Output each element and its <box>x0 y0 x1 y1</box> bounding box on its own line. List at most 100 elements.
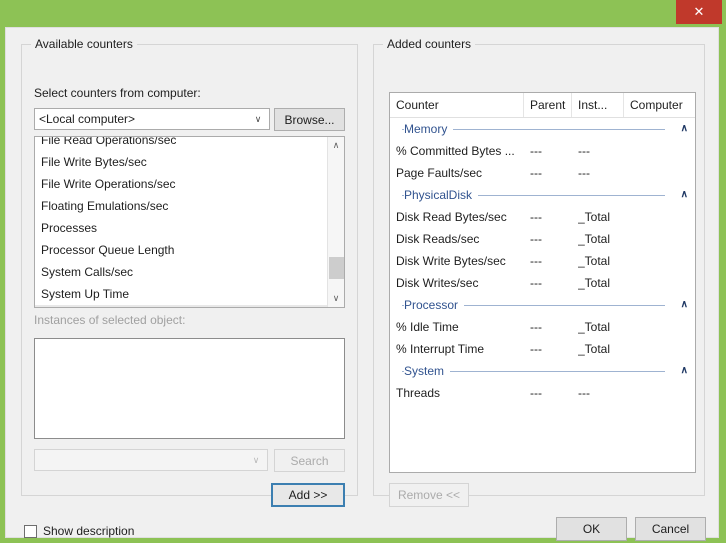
list-item-label: System Up Time <box>41 287 130 301</box>
available-counters-scrollbar[interactable]: ∧ ∨ <box>327 137 344 307</box>
available-counters-group-label: Available counters <box>31 37 137 51</box>
add-button[interactable]: Add >> <box>271 483 345 507</box>
added-counters-header: Counter Parent Inst... Computer <box>390 93 695 118</box>
list-item[interactable]: System Calls/sec <box>35 261 328 283</box>
scroll-up-icon[interactable]: ∧ <box>328 137 344 154</box>
list-item-label: File Write Operations/sec <box>41 177 176 191</box>
list-item[interactable]: File Write Bytes/sec <box>35 151 328 173</box>
list-item-label: File Read Operations/sec <box>41 136 177 147</box>
list-item[interactable]: Processor Queue Length <box>35 239 328 261</box>
table-cell-instance: _Total <box>578 342 611 356</box>
column-header-computer[interactable]: Computer <box>624 93 695 117</box>
added-counters-table[interactable]: Counter Parent Inst... Computer Memory ∧% Co… <box>389 92 696 473</box>
search-button[interactable]: Search <box>274 449 345 472</box>
browse-button[interactable]: Browse... <box>274 108 345 131</box>
added-counters-group-label: Added counters <box>383 37 476 51</box>
list-item[interactable]: Floating Emulations/sec <box>35 195 328 217</box>
table-cell-computer <box>630 338 692 360</box>
table-cell-parent: --- <box>530 254 542 268</box>
table-cell-counter: Disk Reads/sec <box>396 232 480 246</box>
table-row[interactable]: Disk Writes/sec --- _Total <box>390 272 695 294</box>
table-cell-counter: Disk Write Bytes/sec <box>396 254 506 268</box>
list-item-label: File Write Bytes/sec <box>41 155 147 169</box>
counter-group-row[interactable]: Processor ∧ <box>390 294 695 316</box>
counter-group-label: System <box>404 360 451 382</box>
table-row[interactable]: Threads --- --- <box>390 382 695 404</box>
chevron-down-icon[interactable]: ∨ <box>249 109 267 129</box>
table-cell-parent: --- <box>530 166 542 180</box>
table-cell-counter: Disk Read Bytes/sec <box>396 210 507 224</box>
table-cell-computer <box>630 250 692 272</box>
table-row[interactable]: Disk Read Bytes/sec --- _Total <box>390 206 695 228</box>
table-cell-instance: _Total <box>578 232 611 246</box>
table-cell-counter: % Committed Bytes ... <box>396 144 515 158</box>
counter-group-row[interactable]: System ∧ <box>390 360 695 382</box>
column-header-inst[interactable]: Inst... <box>572 93 624 117</box>
list-item[interactable]: System Up Time <box>35 283 328 305</box>
instances-list[interactable] <box>34 338 345 439</box>
cancel-button[interactable]: Cancel <box>635 517 706 541</box>
list-item[interactable]: Processes <box>35 217 328 239</box>
table-row[interactable]: % Interrupt Time --- _Total <box>390 338 695 360</box>
chevron-up-icon[interactable]: ∧ <box>681 360 688 382</box>
computer-select-combo[interactable]: <Local computer> ∨ <box>34 108 270 130</box>
chevron-up-icon[interactable]: ∧ <box>681 118 688 140</box>
table-cell-instance: _Total <box>578 210 611 224</box>
table-cell-parent: --- <box>530 232 542 246</box>
table-cell-instance: _Total <box>578 276 611 290</box>
available-counters-list[interactable]: File Read Operations/sec File Write Bytes… <box>34 136 345 308</box>
computer-select-value: <Local computer> <box>39 112 136 126</box>
table-row[interactable]: Disk Reads/sec --- _Total <box>390 228 695 250</box>
table-cell-instance: --- <box>578 144 590 158</box>
counter-group-label: Memory <box>404 118 454 140</box>
list-item-label: System Calls/sec <box>41 265 134 279</box>
counter-group-row[interactable]: PhysicalDisk ∧ <box>390 184 695 206</box>
show-description-checkbox[interactable]: Show description <box>24 522 134 540</box>
desktop-backdrop: ✕ Available counters Select counters fro… <box>0 0 726 543</box>
table-cell-counter: % Interrupt Time <box>396 342 485 356</box>
table-cell-computer <box>630 162 692 184</box>
ok-button[interactable]: OK <box>556 517 627 541</box>
scroll-down-icon[interactable]: ∨ <box>328 290 344 307</box>
table-cell-instance: --- <box>578 166 590 180</box>
table-cell-parent: --- <box>530 386 542 400</box>
counter-group-row[interactable]: Memory ∧ <box>390 118 695 140</box>
table-cell-counter: % Idle Time <box>396 320 459 334</box>
table-row[interactable]: Page Faults/sec --- --- <box>390 162 695 184</box>
select-computer-label: Select counters from computer: <box>34 86 201 100</box>
remove-button[interactable]: Remove << <box>389 483 469 507</box>
table-cell-instance: _Total <box>578 254 611 268</box>
instance-search-combo[interactable]: ∨ <box>34 449 268 471</box>
table-cell-counter: Disk Writes/sec <box>396 276 479 290</box>
add-counters-dialog: Available counters Select counters from … <box>5 27 719 541</box>
added-counters-body: Memory ∧% Committed Bytes ... --- --- Page F… <box>390 118 695 404</box>
column-header-counter[interactable]: Counter <box>390 93 524 117</box>
list-item-label: Processor Queue Length <box>41 243 175 257</box>
table-cell-instance: --- <box>578 386 590 400</box>
counter-group-label: Processor <box>404 294 465 316</box>
chevron-down-icon[interactable]: ∨ <box>247 450 265 470</box>
list-item-label: Processes <box>41 221 98 235</box>
scrollbar-thumb[interactable] <box>329 257 344 279</box>
list-item[interactable]: File Read Operations/sec <box>35 136 328 151</box>
available-counters-list-items: File Read Operations/sec File Write Bytes… <box>35 136 328 307</box>
chevron-up-icon[interactable]: ∧ <box>681 184 688 206</box>
table-row[interactable]: Disk Write Bytes/sec --- _Total <box>390 250 695 272</box>
table-cell-parent: --- <box>530 342 542 356</box>
table-cell-parent: --- <box>530 144 542 158</box>
chevron-up-icon[interactable]: ∧ <box>681 294 688 316</box>
list-item[interactable]: File Write Operations/sec <box>35 173 328 195</box>
table-cell-instance: _Total <box>578 320 611 334</box>
table-cell-computer <box>630 382 692 404</box>
table-cell-parent: --- <box>530 276 542 290</box>
column-header-parent[interactable]: Parent <box>524 93 572 117</box>
checkbox-box-icon[interactable] <box>24 524 37 538</box>
close-icon[interactable]: ✕ <box>676 0 722 24</box>
table-cell-counter: Threads <box>396 386 441 400</box>
table-row[interactable]: % Idle Time --- _Total <box>390 316 695 338</box>
table-cell-counter: Page Faults/sec <box>396 166 483 180</box>
table-row[interactable]: % Committed Bytes ... --- --- <box>390 140 695 162</box>
list-item[interactable]: Threads <box>35 305 328 307</box>
table-cell-computer <box>630 206 692 228</box>
show-description-label: Show description <box>43 524 135 538</box>
